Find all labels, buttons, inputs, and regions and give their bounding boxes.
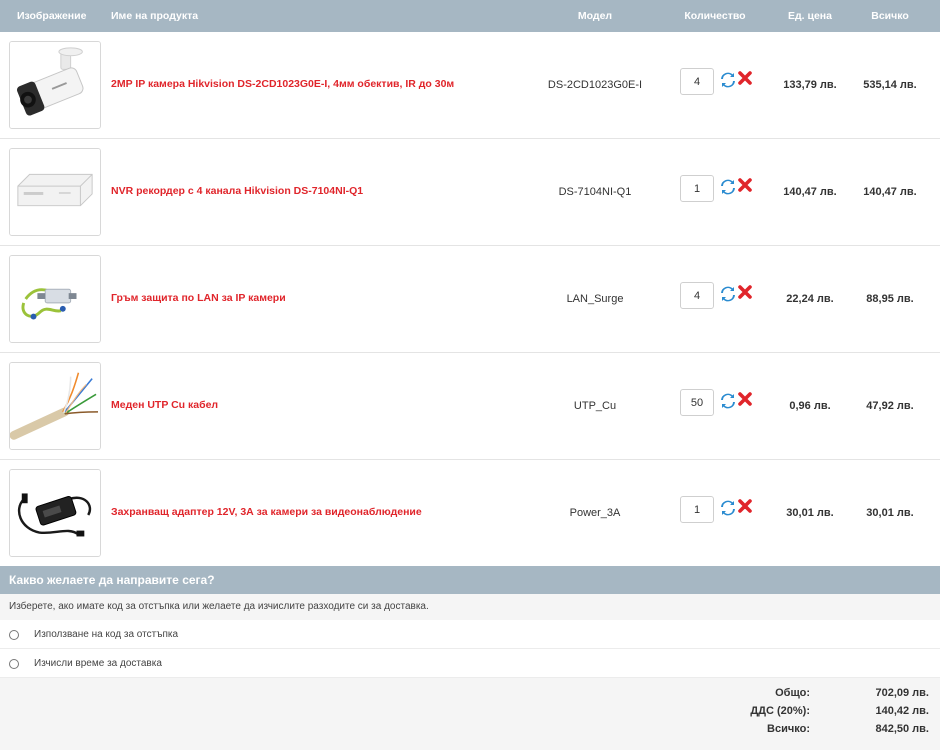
quantity-input[interactable] xyxy=(680,68,714,95)
remove-icon[interactable] xyxy=(738,392,752,406)
header-product-name: Име на продукта xyxy=(111,10,199,22)
refresh-icon[interactable] xyxy=(720,393,736,409)
cart-table-header: Изображение Име на продукта Модел Количе… xyxy=(0,0,940,32)
product-model: LAN_Surge xyxy=(566,293,624,305)
refresh-icon[interactable] xyxy=(720,286,736,302)
product-model: Power_3A xyxy=(569,507,621,519)
nvr-recorder-image[interactable] xyxy=(9,148,101,236)
line-total: 30,01 лв. xyxy=(866,507,914,519)
remove-icon[interactable] xyxy=(738,178,752,192)
remove-icon[interactable] xyxy=(738,285,752,299)
header-image: Изображение xyxy=(17,10,87,22)
table-row: Захранващ адаптер 12V, 3А за камери за в… xyxy=(0,460,940,567)
quantity-input[interactable] xyxy=(680,282,714,309)
refresh-icon[interactable] xyxy=(720,500,736,516)
subtotal-value: 702,09 лв. xyxy=(875,687,929,699)
next-steps-heading: Какво желаете да направите сега? xyxy=(0,566,940,594)
product-model: DS-7104NI-Q1 xyxy=(558,186,632,198)
subtotal-row: Общо: 702,09 лв. xyxy=(0,687,940,705)
line-total: 535,14 лв. xyxy=(863,79,917,91)
table-row: Гръм защита по LAN за IP камери LAN_Surg… xyxy=(0,246,940,353)
shipping-estimate-radio[interactable] xyxy=(9,659,19,669)
quantity-input[interactable] xyxy=(680,389,714,416)
product-name-link[interactable]: Меден UTP Cu кабел xyxy=(111,399,218,411)
line-total: 47,92 лв. xyxy=(866,400,914,412)
coupon-option[interactable]: Използване на код за отстъпка xyxy=(0,620,940,649)
line-total: 140,47 лв. xyxy=(863,186,917,198)
product-model: UTP_Cu xyxy=(573,400,617,412)
table-row: Меден UTP Cu кабел UTP_Cu 0,96 лв. 47,92… xyxy=(0,353,940,460)
coupon-radio[interactable] xyxy=(9,630,19,640)
product-name-link[interactable]: NVR рекордер с 4 канала Hikvision DS-710… xyxy=(111,185,363,197)
power-adapter-image[interactable] xyxy=(9,469,101,557)
unit-price: 30,01 лв. xyxy=(786,507,834,519)
header-model: Модел xyxy=(577,10,613,22)
product-name-link[interactable]: Гръм защита по LAN за IP камери xyxy=(111,292,286,304)
remove-icon[interactable] xyxy=(738,71,752,85)
bullet-camera-image[interactable] xyxy=(9,41,101,129)
product-name-link[interactable]: 2MP IP камера Hikvision DS-2CD1023G0E-I,… xyxy=(111,78,454,90)
product-name-link[interactable]: Захранващ адаптер 12V, 3А за камери за в… xyxy=(111,506,422,518)
unit-price: 22,24 лв. xyxy=(786,293,834,305)
shipping-estimate-option[interactable]: Изчисли време за доставка xyxy=(0,649,940,678)
quantity-input[interactable] xyxy=(680,175,714,202)
table-row: NVR рекордер с 4 канала Hikvision DS-710… xyxy=(0,139,940,246)
grand-total-value: 842,50 лв. xyxy=(875,723,929,735)
surge-protector-image[interactable] xyxy=(9,255,101,343)
remove-icon[interactable] xyxy=(738,499,752,513)
grand-total-row: Всичко: 842,50 лв. xyxy=(0,723,940,741)
coupon-option-label: Използване на код за отстъпка xyxy=(34,629,179,640)
vat-label: ДДС (20%): xyxy=(750,705,810,717)
grand-total-label: Всичко: xyxy=(767,723,810,735)
table-row: 2MP IP камера Hikvision DS-2CD1023G0E-I,… xyxy=(0,32,940,139)
shipping-estimate-option-label: Изчисли време за доставка xyxy=(34,658,162,669)
unit-price: 133,79 лв. xyxy=(783,79,837,91)
subtotal-label: Общо: xyxy=(775,687,810,699)
vat-row: ДДС (20%): 140,42 лв. xyxy=(0,705,940,723)
unit-price: 140,47 лв. xyxy=(783,186,837,198)
utp-cable-image[interactable] xyxy=(9,362,101,450)
quantity-input[interactable] xyxy=(680,496,714,523)
header-quantity: Количество xyxy=(684,10,746,22)
next-steps-description: Изберете, ако имате код за отстъпка или … xyxy=(0,594,940,620)
unit-price: 0,96 лв. xyxy=(789,400,831,412)
header-unit-price: Ед. цена xyxy=(788,10,832,22)
cart-totals: Общо: 702,09 лв. ДДС (20%): 140,42 лв. В… xyxy=(0,678,940,750)
line-total: 88,95 лв. xyxy=(866,293,914,305)
vat-value: 140,42 лв. xyxy=(875,705,929,717)
refresh-icon[interactable] xyxy=(720,179,736,195)
header-total: Всичко xyxy=(871,10,909,22)
product-model: DS-2CD1023G0E-I xyxy=(547,79,643,91)
refresh-icon[interactable] xyxy=(720,72,736,88)
